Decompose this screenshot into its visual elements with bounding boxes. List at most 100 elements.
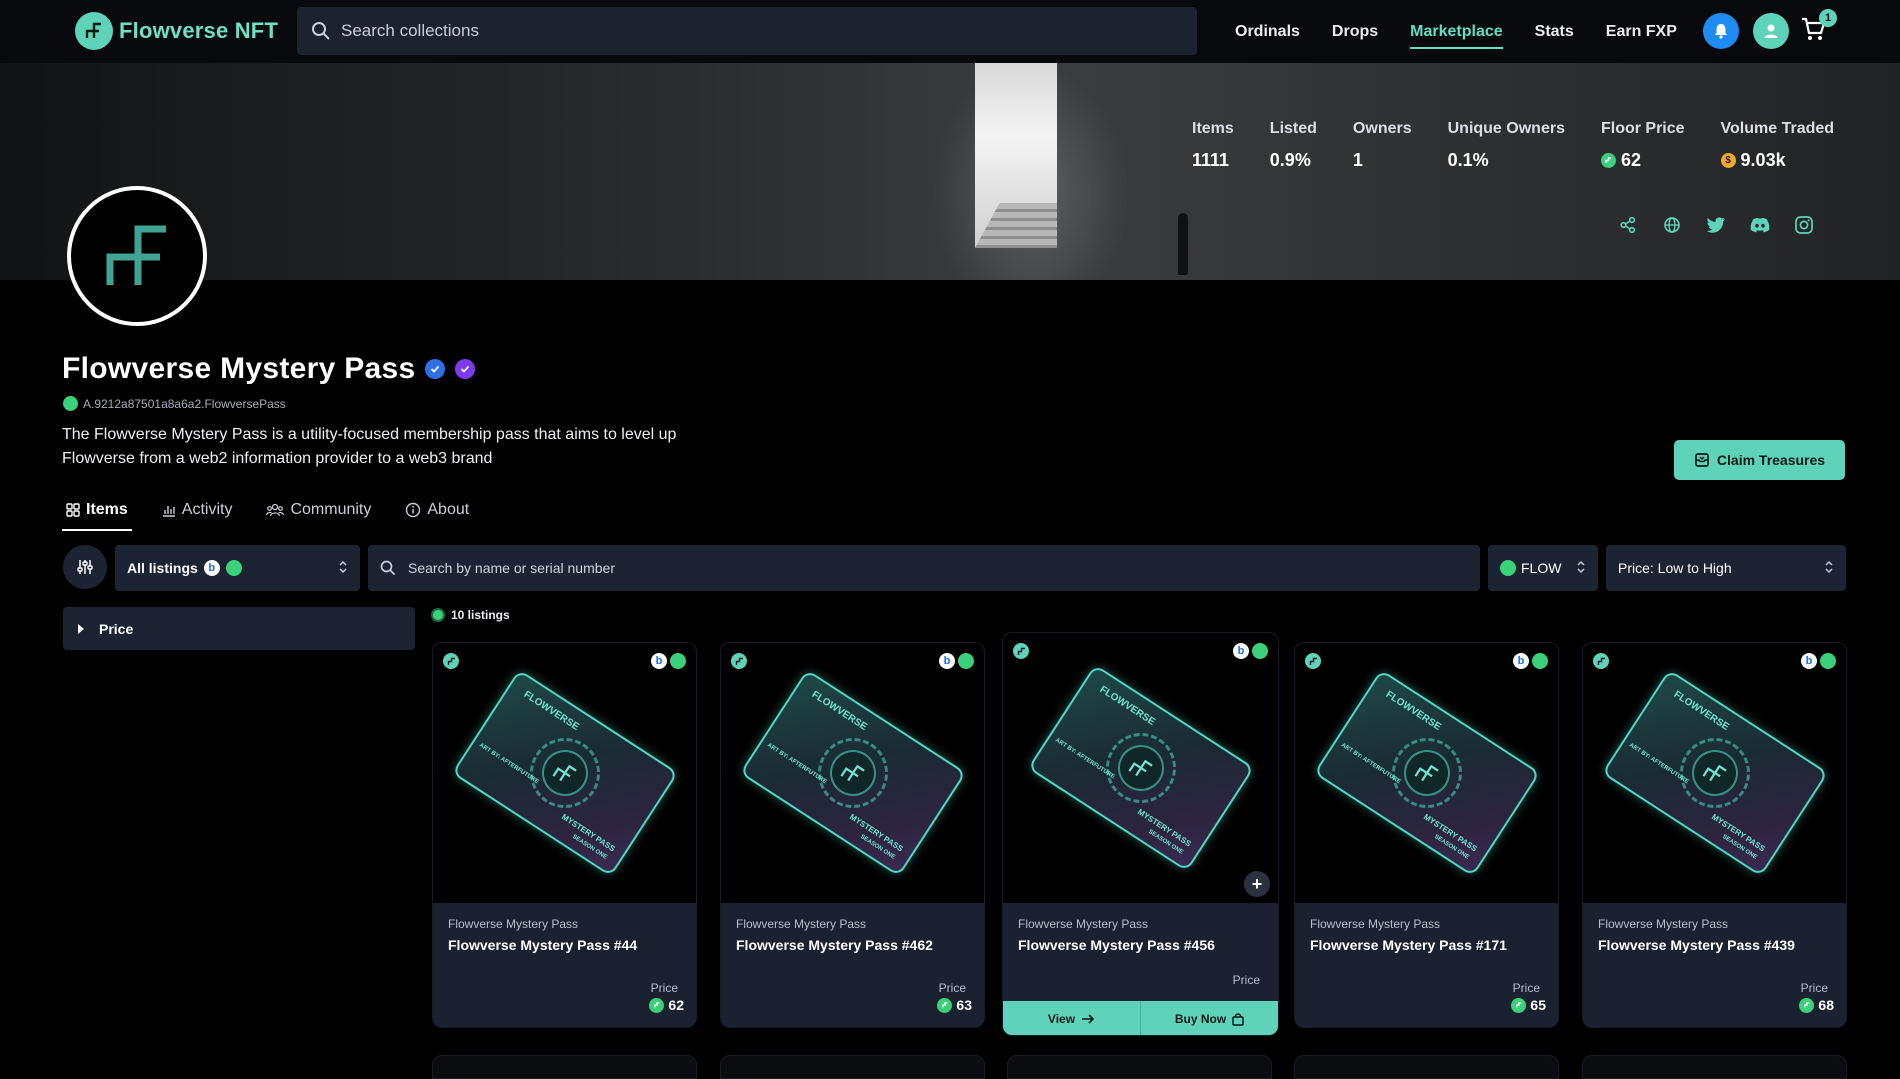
instagram-icon[interactable] <box>1792 213 1816 237</box>
pass-emblem <box>1378 724 1475 822</box>
nft-name: Flowverse Mystery Pass #439 <box>1598 937 1795 953</box>
nft-card[interactable]: b FLOWVERSE ART BY: AFTERFUTURE MYSTERY … <box>1582 642 1847 1028</box>
nft-image[interactable]: b FLOWVERSE ART BY: AFTERFUTURE MYSTERY … <box>433 643 696 903</box>
pass-brand: FLOWVERSE <box>809 689 869 733</box>
nft-image[interactable]: b FLOWVERSE ART BY: AFTERFUTURE MYSTERY … <box>721 643 984 903</box>
nft-collection-name: Flowverse Mystery Pass <box>1018 917 1149 931</box>
b-marketplace-icon: b <box>1233 643 1249 659</box>
sort-select[interactable]: Price: Low to High <box>1606 545 1846 591</box>
view-button[interactable]: View <box>1003 1001 1140 1035</box>
nft-name: Flowverse Mystery Pass #456 <box>1018 937 1215 953</box>
main-nav: Ordinals Drops Marketplace Stats Earn FX… <box>1235 0 1677 63</box>
nft-card-partial[interactable] <box>1007 1055 1272 1079</box>
logo[interactable]: Flowverse NFT <box>75 12 278 50</box>
nft-price-value: 62 <box>668 997 684 1013</box>
nft-image[interactable]: b FLOWVERSE ART BY: AFTERFUTURE MYSTERY … <box>1295 643 1558 903</box>
flow-coin-icon <box>1820 653 1836 669</box>
tab-activity[interactable]: Activity <box>158 497 237 531</box>
treasure-icon <box>1695 453 1709 467</box>
nav-marketplace[interactable]: Marketplace <box>1410 23 1503 49</box>
social-links <box>1616 213 1816 237</box>
nft-card[interactable]: b FLOWVERSE ART BY: AFTERFUTURE MYSTERY … <box>1294 642 1559 1028</box>
b-marketplace-icon: b <box>651 653 667 669</box>
tab-items[interactable]: Items <box>62 497 132 531</box>
collection-title-row: Flowverse Mystery Pass <box>62 352 476 386</box>
nft-price-label: Price <box>1232 973 1260 987</box>
nft-card-partial[interactable] <box>1294 1055 1559 1079</box>
stat-label: Volume Traded <box>1720 120 1835 137</box>
pass-emblem <box>516 724 613 822</box>
currency-select[interactable]: FLOW <box>1488 545 1598 591</box>
price-filter-toggle[interactable]: Price <box>63 607 415 650</box>
stat-label: Items <box>1192 120 1234 137</box>
buy-now-label: Buy Now <box>1174 1012 1227 1026</box>
listings-select[interactable]: All listings b <box>115 545 360 591</box>
nft-price-label: Price <box>1512 981 1540 995</box>
nft-price-label: Price <box>1800 981 1828 995</box>
flow-coin-icon <box>225 560 242 576</box>
nav-stats[interactable]: Stats <box>1535 23 1574 41</box>
nav-earn-fxp[interactable]: Earn FXP <box>1606 23 1677 41</box>
card-actions: View Buy Now <box>1003 1001 1278 1035</box>
nft-info: Flowverse Mystery Pass Flowverse Mystery… <box>1003 903 1278 1035</box>
collection-search-input[interactable]: Search collections <box>297 7 1197 55</box>
flowverse-brand-icon <box>443 653 459 669</box>
flow-coin-icon <box>1252 643 1268 659</box>
collection-banner <box>0 63 1900 280</box>
discord-icon[interactable] <box>1748 213 1772 237</box>
claim-treasures-button[interactable]: Claim Treasures <box>1674 440 1845 480</box>
nft-info: Flowverse Mystery Pass Flowverse Mystery… <box>433 903 696 1027</box>
flow-coin-icon <box>670 653 686 669</box>
stat-owners: Owners 1 <box>1353 120 1412 171</box>
pass-emblem-core <box>1394 741 1459 805</box>
info-icon <box>406 502 421 518</box>
nft-card[interactable]: b FLOWVERSE ART BY: AFTERFUTURE MYSTERY … <box>720 642 985 1028</box>
nft-info: Flowverse Mystery Pass Flowverse Mystery… <box>721 903 984 1027</box>
flow-coin-icon <box>1511 997 1527 1013</box>
globe-icon[interactable] <box>1660 213 1684 237</box>
add-to-cart-button[interactable]: + <box>1244 871 1270 897</box>
pass-emblem-core <box>1682 741 1747 805</box>
b-marketplace-icon: b <box>203 560 220 576</box>
nav-ordinals[interactable]: Ordinals <box>1235 23 1300 41</box>
stat-floor-price: Floor Price 62 <box>1600 120 1685 171</box>
tab-label: Items <box>86 501 128 518</box>
pass-emblem <box>1092 719 1189 817</box>
nft-image[interactable]: b FLOWVERSE ART BY: AFTERFUTURE MYSTERY … <box>1583 643 1846 903</box>
arrow-right-icon <box>1082 1014 1095 1024</box>
user-icon <box>1764 24 1778 38</box>
pass-brand: FLOWVERSE <box>1097 684 1157 728</box>
profile-button[interactable] <box>1753 13 1789 49</box>
nft-card-partial[interactable] <box>432 1055 697 1079</box>
marketplace-icons: b <box>1513 653 1548 669</box>
bag-icon <box>1232 1012 1244 1026</box>
share-icon[interactable] <box>1616 213 1640 237</box>
nft-card-partial[interactable] <box>1582 1055 1847 1079</box>
tab-community[interactable]: Community <box>262 497 375 531</box>
flow-coin-icon <box>1600 153 1616 168</box>
nav-drops[interactable]: Drops <box>1332 23 1378 41</box>
nft-image[interactable]: b FLOWVERSE ART BY: AFTERFUTURE MYSTERY … <box>1003 633 1278 903</box>
items-search-input[interactable]: Search by name or serial number <box>368 545 1480 591</box>
description-line: Flowverse from a web2 information provid… <box>62 450 493 467</box>
chevron-updown-icon <box>1577 560 1585 574</box>
nft-price: 62 <box>649 997 684 1013</box>
nft-card-partial[interactable] <box>720 1055 985 1079</box>
flowverse-brand-icon <box>1305 653 1321 669</box>
pass-brand: FLOWVERSE <box>521 689 581 733</box>
bell-icon <box>1715 24 1727 39</box>
contract-address[interactable]: A.9212a87501a8a6a2.FlowversePass <box>63 396 286 411</box>
tab-label: Activity <box>181 501 233 518</box>
nft-card[interactable]: b FLOWVERSE ART BY: AFTERFUTURE MYSTERY … <box>432 642 697 1028</box>
logo-text: Flowverse NFT <box>119 18 279 43</box>
nft-info: Flowverse Mystery Pass Flowverse Mystery… <box>1583 903 1846 1027</box>
stat-listed: Listed 0.9% <box>1270 120 1317 171</box>
stat-items: Items 1111 <box>1192 120 1234 171</box>
notifications-button[interactable] <box>1703 13 1739 49</box>
buy-now-button[interactable]: Buy Now <box>1140 1001 1278 1035</box>
filters-toggle-button[interactable] <box>63 545 107 589</box>
twitter-icon[interactable] <box>1704 213 1728 237</box>
sliders-icon <box>77 560 93 574</box>
tab-about[interactable]: About <box>401 497 473 531</box>
nft-card[interactable]: b FLOWVERSE ART BY: AFTERFUTURE MYSTERY … <box>1002 632 1279 1036</box>
